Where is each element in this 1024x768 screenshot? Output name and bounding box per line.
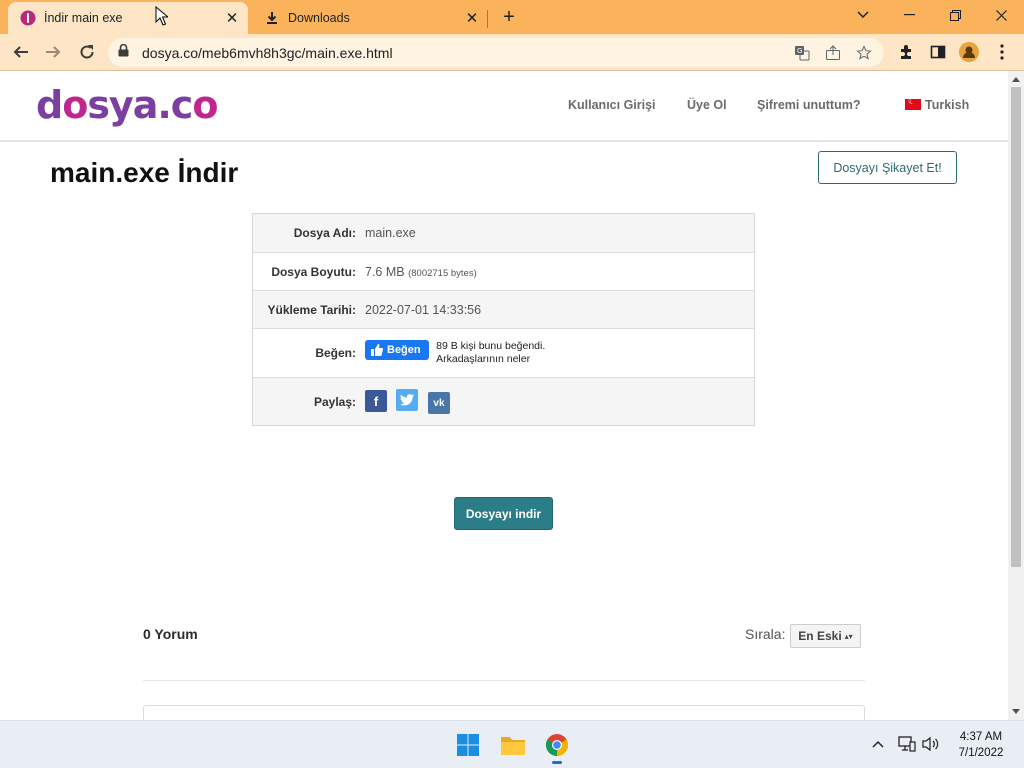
tab-separator [487, 10, 488, 28]
field-label: Dosya Boyutu: [271, 264, 356, 279]
page-title: main.exe İndir [50, 157, 239, 188]
thumbs-up-icon [371, 344, 383, 356]
reload-button[interactable] [74, 39, 100, 65]
dosya-logo[interactable]: dosya.co [36, 83, 218, 127]
minimize-button[interactable] [894, 2, 924, 28]
like-count-line: 89 B kişi bunu beğendi. [436, 340, 546, 352]
menu-kebab-icon[interactable] [991, 41, 1013, 63]
network-icon[interactable] [898, 736, 916, 755]
tab-title: Downloads [288, 11, 350, 25]
sort-label: Sırala: [745, 626, 786, 642]
new-tab-button[interactable]: + [498, 6, 520, 28]
restore-button[interactable] [940, 2, 970, 28]
logo-part: o [62, 83, 88, 127]
tab-indir-main-exe[interactable]: İndir main exe ✕ [8, 2, 248, 34]
close-window-button[interactable] [986, 2, 1016, 28]
comments-divider [143, 680, 865, 681]
svg-text:G: G [797, 47, 802, 55]
bookmark-star-icon[interactable] [853, 42, 875, 64]
chrome-icon[interactable] [541, 729, 573, 764]
language-label: Turkish [925, 98, 970, 112]
file-explorer-icon[interactable] [497, 729, 529, 761]
forward-button[interactable] [40, 39, 66, 65]
share-icon[interactable] [822, 42, 844, 64]
logo-part: d [36, 83, 63, 127]
back-button[interactable] [8, 39, 34, 65]
facebook-icon[interactable]: f [365, 390, 387, 413]
logo-part: o [192, 83, 218, 127]
upload-date-value: 2022-07-01 14:33:56 [365, 302, 482, 317]
nav-register-link[interactable]: Üye Ol [687, 98, 727, 112]
tray-chevron-up-icon[interactable] [872, 735, 884, 751]
tab-downloads[interactable]: Downloads ✕ [252, 2, 488, 34]
twitter-icon[interactable] [396, 388, 419, 411]
clock-time: 4:37 AM [959, 731, 1003, 743]
turkey-flag-icon [905, 96, 921, 110]
side-panel-icon[interactable] [927, 41, 949, 63]
report-file-button[interactable]: Dosyayı Şikayet Et! [818, 151, 957, 184]
profile-avatar-icon[interactable] [958, 41, 980, 63]
tab-close-icon[interactable]: ✕ [222, 8, 242, 28]
logo-part: sya.c [87, 83, 193, 127]
like-label: Beğen [387, 344, 421, 356]
address-bar[interactable]: dosya.co/meb6mvh8h3gc/main.exe.html G [108, 38, 884, 67]
file-size: 7.6 MB [365, 264, 405, 279]
sort-order-select[interactable]: En Eski ▴▾ [790, 624, 861, 648]
system-clock[interactable]: 4:37 AM 7/1/2022 [944, 729, 1018, 761]
nav-forgot-password-link[interactable]: Şifremi unuttum? [757, 98, 860, 112]
file-size-value: 7.6 MB (8002715 bytes) [365, 265, 754, 279]
nav-login-link[interactable]: Kullanıcı Girişi [568, 98, 656, 112]
url-text: dosya.co/meb6mvh8h3gc/main.exe.html [142, 44, 393, 61]
download-icon [264, 10, 280, 26]
scroll-down-arrow-icon[interactable] [1012, 709, 1020, 714]
volume-icon[interactable] [922, 736, 940, 755]
windows-taskbar: 4:37 AM 7/1/2022 [0, 720, 1024, 768]
site-header: dosya.co Kullanıcı Girişi Üye Ol Şifremi… [0, 71, 1008, 142]
table-row: Dosya Adı: main.exe [253, 214, 754, 252]
clock-date: 7/1/2022 [958, 747, 1004, 759]
sort-value: En Eski [798, 629, 842, 643]
table-row: Dosya Boyutu: 7.6 MB (8002715 bytes) [253, 252, 754, 290]
field-label: Yükleme Tarihi: [267, 302, 356, 317]
tab-close-icon[interactable]: ✕ [462, 8, 482, 28]
like-count-text: 89 B kişi bunu beğendi. Arkadaşlarının ne… [436, 340, 545, 366]
browser-toolbar: dosya.co/meb6mvh8h3gc/main.exe.html G [0, 34, 1024, 71]
web-page: dosya.co Kullanıcı Girişi Üye Ol Şifremi… [0, 71, 1008, 720]
comment-count: 0 Yorum [143, 626, 198, 642]
table-row: Paylaş: f vk [253, 377, 754, 425]
download-file-button[interactable]: Dosyayı indir [454, 497, 553, 530]
tab-search-chevron-icon[interactable] [848, 2, 878, 28]
table-row: Yükleme Tarihi: 2022-07-01 14:33:56 [253, 290, 754, 328]
comment-input-box[interactable] [143, 705, 865, 720]
translate-icon[interactable]: G [791, 42, 813, 64]
dosya-favicon-icon [20, 10, 36, 26]
page-scrollbar[interactable] [1008, 71, 1024, 720]
mouse-pointer-icon [155, 5, 170, 31]
file-size-bytes: (8002715 bytes) [408, 267, 477, 279]
like-widget: Beğen 89 B kişi bunu beğendi. Arkadaşları… [365, 340, 754, 366]
field-label: Paylaş: [313, 394, 356, 409]
extensions-icon[interactable] [895, 41, 917, 63]
facebook-like-button[interactable]: Beğen [365, 340, 429, 360]
table-row: Beğen: Beğen 89 B kişi bunu beğendi. Arka… [253, 328, 754, 377]
browser-titlebar: İndir main exe ✕ Downloads ✕ + [0, 0, 1024, 34]
lock-icon [118, 43, 132, 62]
like-friends-line: Arkadaşlarının neler [436, 353, 531, 365]
field-label: Beğen: [315, 346, 356, 360]
file-name-value: main.exe [365, 226, 416, 240]
field-label: Dosya Adı: [293, 226, 356, 240]
select-arrows-icon: ▴▾ [844, 631, 853, 641]
windows-start-icon[interactable] [452, 729, 484, 761]
scroll-thumb[interactable] [1011, 87, 1021, 567]
share-buttons: f vk [365, 388, 754, 415]
tab-title: İndir main exe [44, 11, 123, 25]
vk-icon[interactable]: vk [427, 392, 450, 415]
language-selector[interactable]: Turkish [905, 96, 970, 112]
file-info-table: Dosya Adı: main.exe Dosya Boyutu: 7.6 MB… [252, 213, 755, 426]
scroll-up-arrow-icon[interactable] [1012, 77, 1020, 82]
